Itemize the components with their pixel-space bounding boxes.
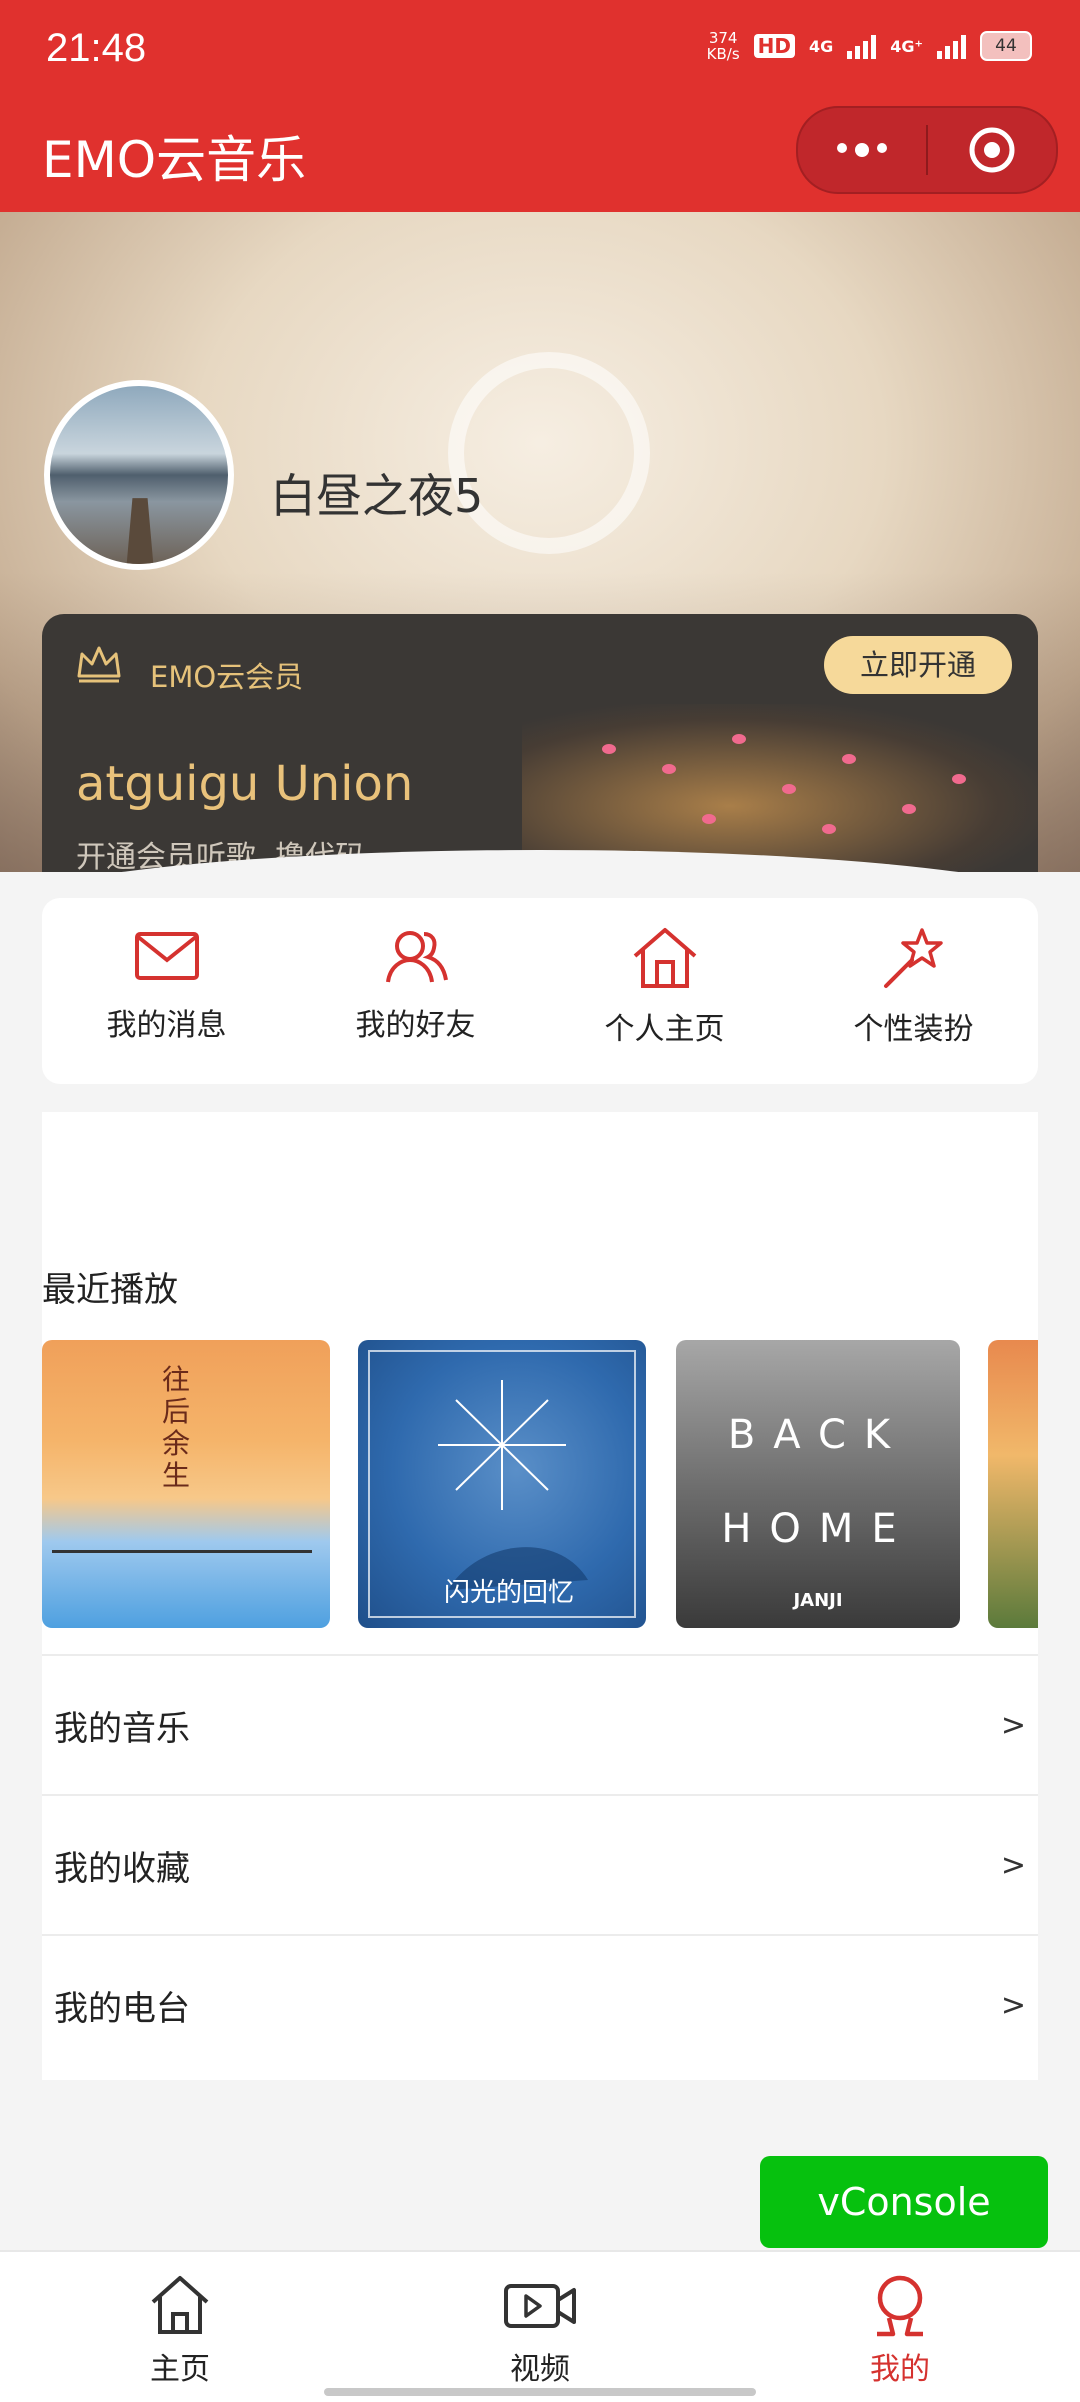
album-cover[interactable]: 闪光的回忆 — [358, 1340, 646, 1628]
more-menu-button[interactable] — [798, 143, 926, 157]
menu-my-music[interactable]: 我的音乐 > — [42, 1654, 1038, 1794]
cover-title: 闪光的回忆 — [444, 1578, 575, 1608]
net-speed: 374 KB/s — [707, 30, 740, 62]
friends-icon — [385, 931, 448, 983]
menu-my-favorites[interactable]: 我的收藏 > — [42, 1794, 1038, 1934]
vip-card: EMO云会员 立即开通 atguigu Union 开通会员听歌, 撸代码 — [42, 614, 1038, 872]
home-icon — [151, 2276, 209, 2334]
cover-art — [52, 1490, 312, 1553]
net-speed-value: 374 — [708, 29, 738, 47]
net-speed-unit: KB/s — [706, 45, 740, 63]
dot-icon — [855, 143, 869, 157]
album-cover[interactable]: 往后余生 — [42, 1340, 330, 1628]
album-cover[interactable] — [988, 1340, 1038, 1628]
battery-icon: 44 — [980, 31, 1032, 61]
chevron-right-icon: > — [1000, 1987, 1026, 2023]
vip-title: atguigu Union — [76, 756, 414, 812]
recent-section: 最近播放 往后余生 闪光的回忆 BACK HOME JANJI 我的音乐 > 我… — [42, 1112, 1038, 2080]
nav-personal-homepage[interactable]: 个人主页 — [540, 898, 789, 1084]
video-icon — [504, 2284, 576, 2328]
tab-label: 我的 — [870, 2352, 930, 2387]
dot-icon — [877, 143, 887, 153]
vconsole-button[interactable]: vConsole — [760, 2156, 1048, 2248]
tab-bar: 主页 视频 我的 — [0, 2250, 1080, 2402]
open-vip-button[interactable]: 立即开通 — [824, 636, 1012, 694]
crown-icon — [77, 646, 121, 683]
cover-title: 往后余生 — [162, 1363, 191, 1492]
nav-label: 我的消息 — [106, 1008, 227, 1043]
chevron-right-icon: > — [1000, 1847, 1026, 1883]
tab-mine[interactable]: 我的 — [720, 2252, 1080, 2402]
status-icons: 374 KB/s HD 4G 4G⁺ 44 — [707, 30, 1032, 62]
vip-card-decoration — [522, 704, 1038, 872]
status-bar: 21:48 374 KB/s HD 4G 4G⁺ 44 — [0, 0, 1080, 98]
recent-plays-title: 最近播放 — [42, 1270, 178, 1310]
menu-label: 我的音乐 — [54, 1708, 190, 1749]
dot-icon — [837, 143, 847, 153]
cover-title-line2: HOME — [721, 1506, 915, 1552]
star-wand-icon — [883, 928, 943, 988]
hd-icon: HD — [753, 34, 796, 58]
profile-icon — [877, 2275, 923, 2337]
recent-covers-scroll[interactable]: 往后余生 闪光的回忆 BACK HOME JANJI — [42, 1340, 1038, 1630]
avatar-image — [125, 498, 155, 564]
tab-label: 主页 — [150, 2352, 210, 2387]
username[interactable]: 白昼之夜5 — [270, 460, 483, 526]
nav-label: 我的好友 — [355, 1008, 476, 1043]
home-icon — [633, 928, 696, 988]
album-cover[interactable]: BACK HOME JANJI — [676, 1340, 960, 1628]
tab-home[interactable]: 主页 — [0, 2252, 360, 2402]
network-type-2: 4G⁺ — [890, 36, 923, 56]
nav-label: 个性装扮 — [853, 1012, 974, 1047]
cover-brand: JANJI — [793, 1590, 843, 1611]
signal-icon — [847, 33, 877, 59]
target-icon — [969, 127, 1015, 173]
home-indicator[interactable] — [324, 2388, 756, 2396]
avatar[interactable] — [44, 380, 234, 570]
nav-my-messages[interactable]: 我的消息 — [42, 898, 291, 1084]
vip-label: EMO云会员 — [150, 660, 304, 694]
menu-label: 我的收藏 — [54, 1848, 190, 1889]
status-time: 21:48 — [46, 26, 147, 70]
tab-label: 视频 — [510, 2352, 570, 2387]
signal-icon-2 — [937, 33, 966, 59]
nav-my-friends[interactable]: 我的好友 — [291, 898, 540, 1084]
tab-video[interactable]: 视频 — [360, 2252, 720, 2402]
close-miniprogram-button[interactable] — [928, 126, 1056, 174]
cover-title-line1: BACK — [727, 1412, 909, 1458]
miniprogram-capsule — [796, 106, 1058, 194]
page-title: EMO云音乐 — [42, 131, 307, 189]
network-type-1: 4G — [809, 36, 834, 56]
menu-list: 我的音乐 > 我的收藏 > 我的电台 > — [42, 1654, 1038, 2074]
menu-my-radio[interactable]: 我的电台 > — [42, 1934, 1038, 2074]
mail-icon — [134, 932, 199, 980]
chevron-right-icon: > — [1000, 1707, 1026, 1743]
nav-label: 个人主页 — [604, 1012, 725, 1047]
nav-personal-dressup[interactable]: 个性装扮 — [789, 898, 1038, 1084]
menu-label: 我的电台 — [54, 1988, 190, 2029]
quick-nav: 我的消息 我的好友 个人主页 个性装扮 — [42, 898, 1038, 1084]
